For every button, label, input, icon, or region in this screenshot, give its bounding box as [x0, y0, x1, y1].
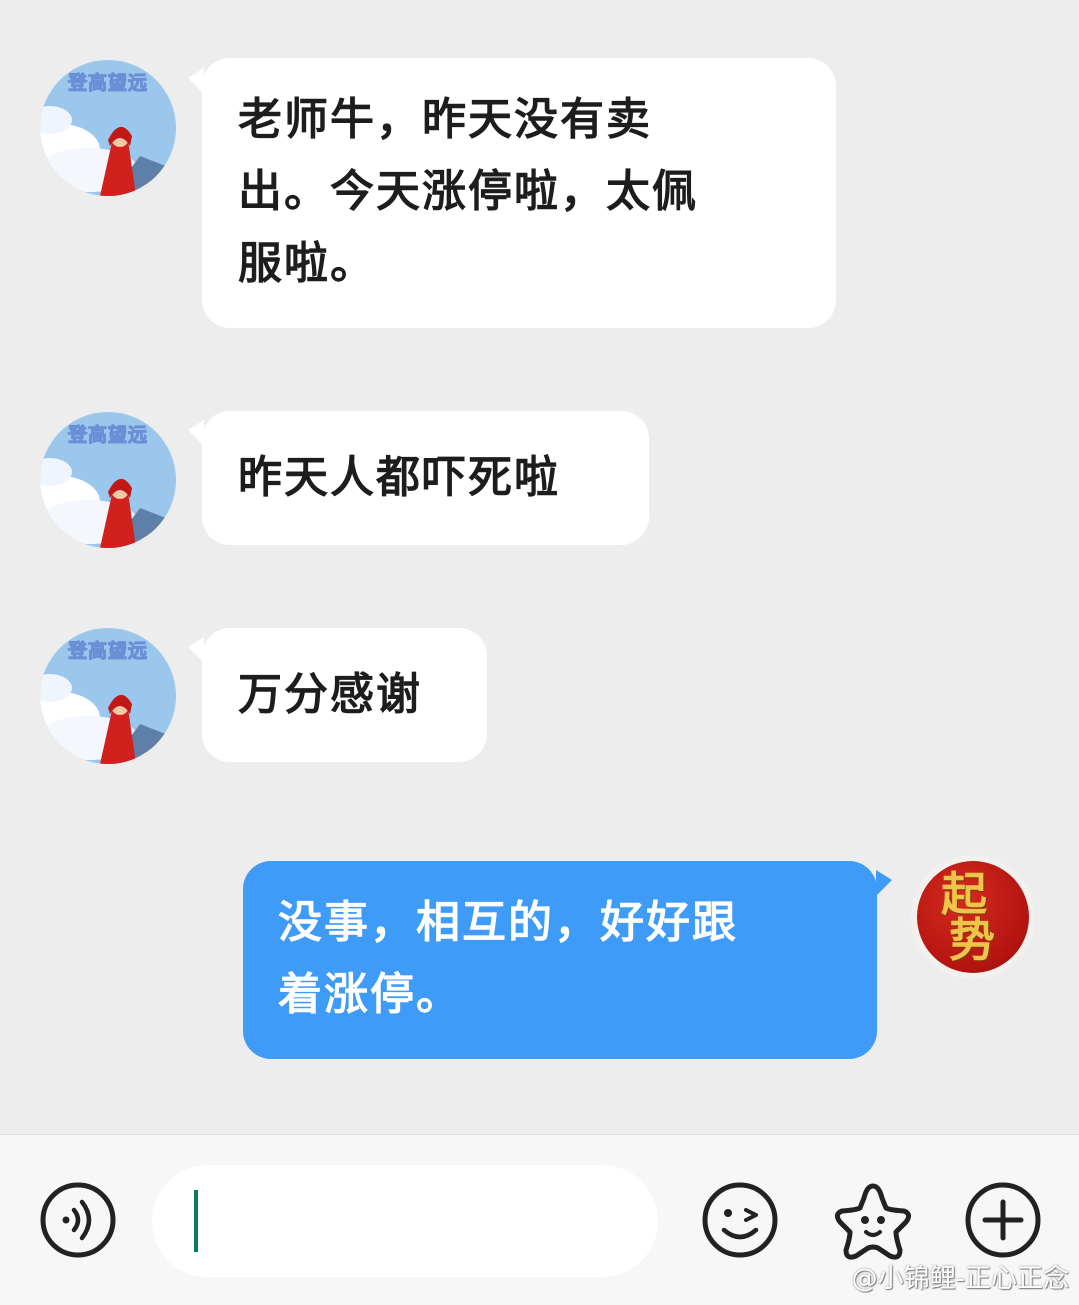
message-line: 没事，相互的，好好跟 [278, 897, 738, 948]
message-bubble-incoming[interactable]: 万分感谢 [202, 628, 487, 762]
contact-avatar[interactable]: 登高望远 [40, 60, 176, 196]
star-sticker-icon [834, 1183, 912, 1260]
emoji-button[interactable] [700, 1180, 780, 1264]
bubble-tail [876, 870, 892, 896]
voice-icon [40, 1182, 116, 1258]
avatar-text: 起 [941, 867, 987, 921]
avatar-text: 势 [949, 913, 995, 967]
message-bubble-incoming[interactable]: 昨天人都吓死啦 [202, 411, 649, 545]
message-line: 服啦。 [238, 238, 376, 289]
message-line: 着涨停。 [278, 969, 462, 1020]
my-avatar[interactable]: 起 势 [917, 861, 1029, 973]
watermark: @小锦鲤-正心正念 [851, 1264, 1069, 1294]
voice-button[interactable] [38, 1180, 118, 1264]
emoji-icon [702, 1182, 778, 1258]
input-bar: @小锦鲤-正心正念 [0, 1134, 1079, 1305]
avatar-caption: 登高望远 [67, 640, 148, 663]
message-line: 万分感谢 [238, 669, 422, 720]
contact-avatar[interactable]: 登高望远 [40, 628, 176, 764]
message-bubble-outgoing[interactable]: 没事，相互的，好好跟 着涨停。 [243, 861, 877, 1059]
avatar-caption: 登高望远 [67, 72, 148, 95]
add-button[interactable] [963, 1180, 1043, 1264]
message-line: 昨天人都吓死啦 [238, 452, 560, 503]
chat-area: 登高望远 老师牛，昨天没有卖 出。今天涨停啦，太佩 服啦。 登高望远 昨天人都吓… [0, 0, 1079, 1134]
message-line: 出。今天涨停啦，太佩 [238, 166, 698, 217]
message-bubble-incoming[interactable]: 老师牛，昨天没有卖 出。今天涨停啦，太佩 服啦。 [202, 58, 836, 328]
contact-avatar[interactable]: 登高望远 [40, 412, 176, 548]
message-line: 老师牛，昨天没有卖 [238, 94, 652, 145]
sticker-button[interactable] [830, 1178, 916, 1268]
avatar-caption: 登高望远 [67, 424, 148, 447]
plus-circle-icon [965, 1182, 1041, 1258]
text-caret [194, 1190, 198, 1252]
message-input[interactable] [152, 1165, 658, 1277]
